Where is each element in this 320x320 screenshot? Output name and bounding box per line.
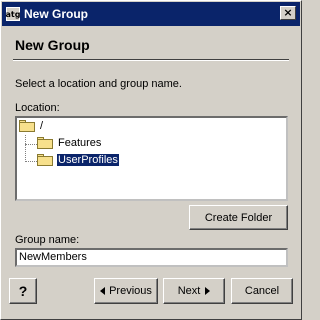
help-button[interactable]: ? [9,278,37,304]
location-label: Location: [15,102,60,114]
next-button[interactable]: Next [163,278,225,304]
create-folder-button[interactable]: Create Folder [189,205,288,230]
new-group-dialog: atg New Group × New Group Select a locat… [0,0,302,320]
previous-label: Previous [109,285,152,297]
tree-connector-features [25,144,37,145]
arrow-left-icon [100,287,106,295]
tree-connector-vertical [25,135,26,162]
tree-item-root[interactable]: / [19,120,44,132]
tree-item-label: Features [58,137,102,149]
location-tree[interactable]: / Features UserProfiles [15,116,288,201]
folder-icon [19,120,35,132]
previous-button[interactable]: Previous [94,278,158,304]
close-button[interactable]: × [280,6,296,20]
folder-icon [37,137,53,149]
help-icon: ? [18,283,28,299]
window-title: New Group [24,7,89,21]
tree-item-userprofiles[interactable]: UserProfiles [37,154,119,166]
tree-item-label: UserProfiles [57,154,119,166]
atg-app-icon: atg [6,7,20,21]
tree-item-features[interactable]: Features [37,137,102,149]
instructions-text: Select a location and group name. [15,78,182,90]
folder-open-icon [37,154,53,166]
heading-divider [13,59,289,61]
tree-item-label: / [40,120,44,132]
page-heading: New Group [15,37,90,53]
title-bar[interactable]: atg New Group × [2,2,300,26]
cancel-button[interactable]: Cancel [231,278,293,304]
tree-connector-userprofiles [25,161,37,162]
group-name-label: Group name: [15,234,80,246]
next-label: Next [177,285,201,297]
group-name-input[interactable]: NewMembers [15,248,288,267]
arrow-right-icon [205,287,211,295]
